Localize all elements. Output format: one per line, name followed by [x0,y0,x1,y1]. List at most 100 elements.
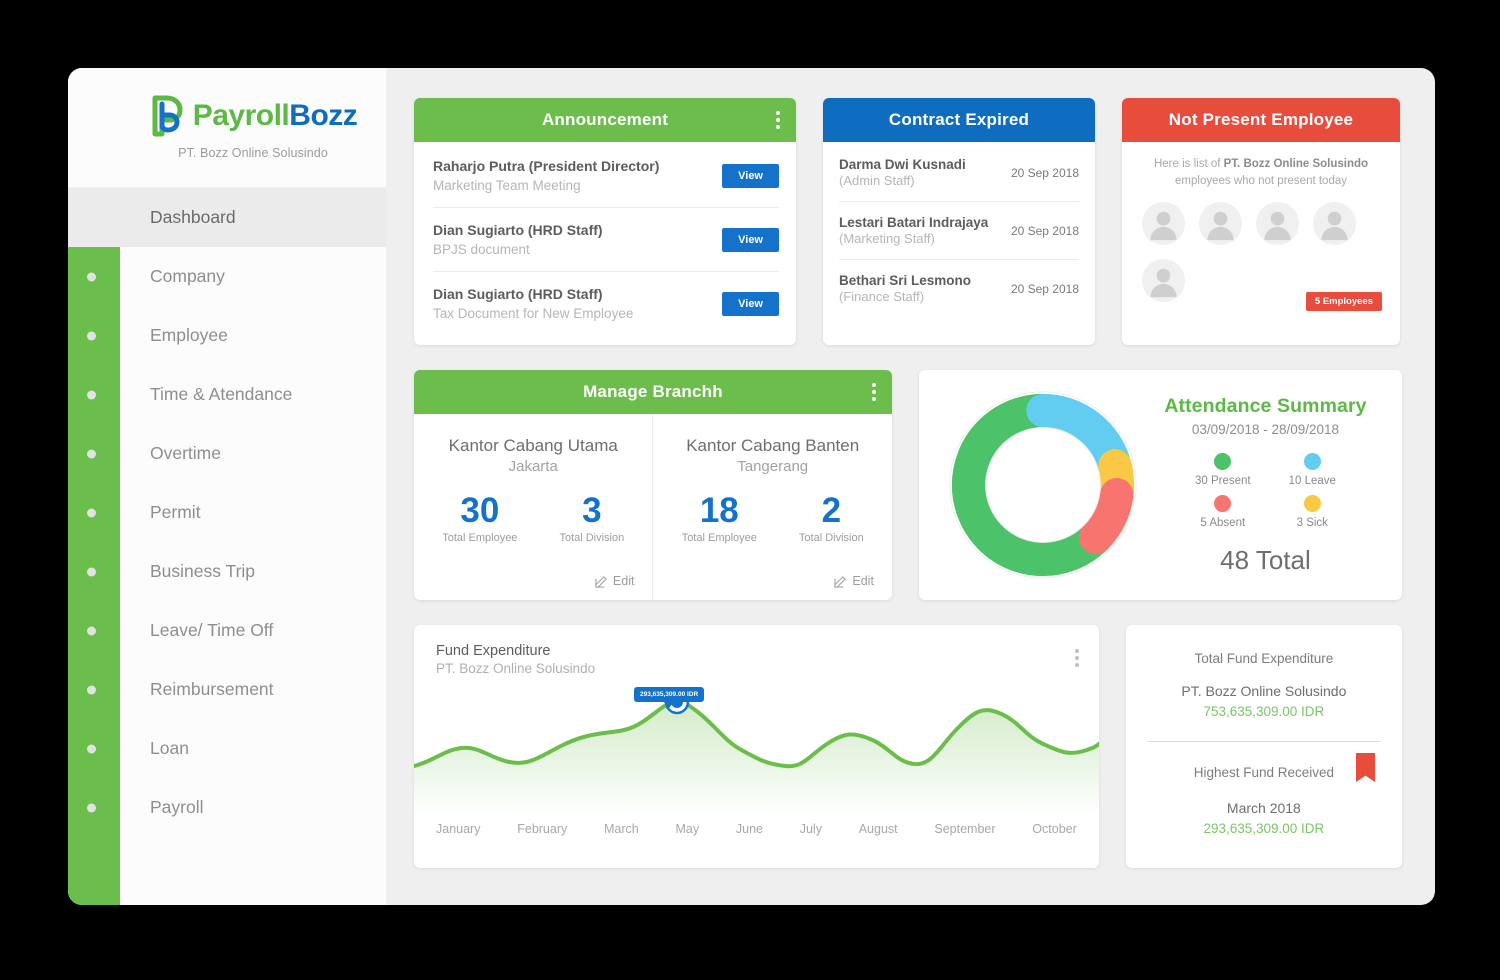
branch-name: Kantor Cabang Utama [449,436,618,456]
sidebar-nav: Dashboard Company Employee Time & Atenda… [68,188,386,837]
edit-label: Edit [613,574,635,588]
user-avatar-icon[interactable] [1142,202,1185,245]
announcement-subject: Marketing Team Meeting [433,178,659,193]
axis-label-august: August [859,822,898,836]
table-row: Darma Dwi Kusnadi (Admin Staff) 20 Sep 2… [839,144,1079,202]
user-avatar-icon[interactable] [1313,202,1356,245]
view-button[interactable]: View [722,228,779,252]
bullet-icon [87,390,96,399]
announcement-header: Announcement [414,98,796,142]
sidebar-item-label: Time & Atendance [150,384,292,405]
announcement-author: Dian Sugiarto (HRD Staff) [433,222,603,238]
employee-name: Darma Dwi Kusnadi [839,157,966,172]
attendance-date-range: 03/09/2018 - 28/09/2018 [1192,422,1339,437]
sidebar-item-business-trip[interactable]: Business Trip [68,542,386,601]
payrollbozz-b-logo-icon [149,95,189,137]
fund-x-axis-labels: January February March May June July Aug… [414,810,1099,836]
stat-label: Total Employee [442,532,517,544]
contract-expired-card: Contract Expired Darma Dwi Kusnadi (Admi… [823,98,1095,345]
bullet-icon [87,272,96,281]
axis-label-may: May [676,822,700,836]
branch-name: Kantor Cabang Banten [686,436,859,456]
fund-title: Fund Expenditure [436,643,1079,659]
sidebar-item-loan[interactable]: Loan [68,719,386,778]
kebab-menu-icon[interactable] [872,383,876,401]
dashboard-row-3: Fund Expenditure PT. Bozz Online Solusin… [414,625,1402,868]
axis-label-june: June [736,822,763,836]
user-avatar-icon[interactable] [1142,259,1185,302]
legend-label: 5 Absent [1200,517,1245,529]
stat-value: 18 [682,493,757,530]
table-row: Lestari Batari Indrajaya (Marketing Staf… [839,202,1079,260]
manage-branch-title: Manage Branchh [583,382,723,402]
brand-header: PayrollBozz PT. Bozz Online Solusindo [68,68,386,188]
branch-list: Kantor Cabang Utama Jakarta 30 Total Emp… [414,414,892,600]
not-present-body: Here is list of PT. Bozz Online Solusind… [1122,142,1400,325]
announcement-list: Raharjo Putra (President Director) Marke… [414,142,796,345]
axis-label-july: July [800,822,822,836]
announcement-text: Dian Sugiarto (HRD Staff) BPJS document [433,222,603,257]
axis-label-february: February [517,822,567,836]
sidebar-item-label: Dashboard [150,207,236,228]
view-button[interactable]: View [722,164,779,188]
contract-expired-title: Contract Expired [889,110,1029,130]
stat-total-employee: 30 Total Employee [442,493,517,544]
view-button[interactable]: View [722,292,779,316]
expiry-date: 20 Sep 2018 [1003,166,1079,180]
employee-role: (Admin Staff) [839,173,966,188]
total-fund-amount: 753,635,309.00 IDR [1203,704,1324,719]
attendance-info: Attendance Summary 03/09/2018 - 28/09/20… [1141,395,1384,576]
edit-branch-button[interactable]: Edit [834,574,874,588]
legend-item-present: 30 Present [1195,453,1251,487]
bookmark-ribbon-icon [1356,753,1375,782]
sidebar-item-payroll[interactable]: Payroll [68,778,386,837]
branch-stats: 18 Total Employee 2 Total Division [682,493,864,544]
sidebar-item-label: Leave/ Time Off [150,620,273,641]
manage-branch-card: Manage Branchh Kantor Cabang Utama Jakar… [414,370,892,600]
user-avatar-icon[interactable] [1199,202,1242,245]
fund-header: Fund Expenditure PT. Bozz Online Solusin… [414,625,1099,676]
sidebar-item-time-attendance[interactable]: Time & Atendance [68,365,386,424]
announcement-text: Dian Sugiarto (HRD Staff) Tax Document f… [433,286,633,321]
announcement-subject: Tax Document for New Employee [433,306,633,321]
sidebar-item-dashboard[interactable]: Dashboard [68,188,386,247]
legend-color-swatch [1304,453,1321,470]
edit-branch-button[interactable]: Edit [595,574,635,588]
kebab-menu-icon[interactable] [1075,649,1079,667]
stat-label: Total Employee [682,532,757,544]
sidebar-item-permit[interactable]: Permit [68,483,386,542]
fund-subtitle: PT. Bozz Online Solusindo [436,661,1079,676]
attendance-summary-card: Attendance Summary 03/09/2018 - 28/09/20… [919,370,1402,600]
bullet-icon [87,449,96,458]
employee-role: (Marketing Staff) [839,231,988,246]
branch-city: Tangerang [737,458,808,475]
total-fund-card: Total Fund Expenditure PT. Bozz Online S… [1126,625,1402,868]
highest-fund-label: Highest Fund Received [1194,765,1334,780]
employee-count-badge: 5 Employees [1306,292,1382,311]
announcement-text: Raharjo Putra (President Director) Marke… [433,158,659,193]
sidebar-item-employee[interactable]: Employee [68,306,386,365]
sidebar-item-company[interactable]: Company [68,247,386,306]
dashboard-row-1: Announcement Raharjo Putra (President Di… [414,98,1402,345]
contract-person: Lestari Batari Indrajaya (Marketing Staf… [839,215,988,246]
kebab-menu-icon[interactable] [776,111,780,129]
divider [1148,741,1380,742]
legend-item-leave: 10 Leave [1289,453,1336,487]
sidebar-item-label: Payroll [150,797,204,818]
desc-suffix: employees who not present today [1175,175,1347,187]
branch-column: Kantor Cabang Utama Jakarta 30 Total Emp… [414,414,652,600]
app-window: PayrollBozz PT. Bozz Online Solusindo Da… [68,68,1435,905]
bullet-icon [87,508,96,517]
fund-chart-svg [414,678,1099,810]
user-avatar-icon[interactable] [1256,202,1299,245]
stat-total-division: 2 Total Division [799,493,864,544]
attendance-total: 48 Total [1220,545,1311,576]
sidebar-item-reimbursement[interactable]: Reimbursement [68,660,386,719]
sidebar-item-leave-time-off[interactable]: Leave/ Time Off [68,601,386,660]
chart-tooltip: 293,635,309.00 IDR [634,687,704,702]
employee-name: Bethari Sri Lesmono [839,273,971,288]
branch-column: Kantor Cabang Banten Tangerang 18 Total … [652,414,891,600]
edit-label: Edit [852,574,874,588]
sidebar-item-overtime[interactable]: Overtime [68,424,386,483]
announcement-card: Announcement Raharjo Putra (President Di… [414,98,796,345]
